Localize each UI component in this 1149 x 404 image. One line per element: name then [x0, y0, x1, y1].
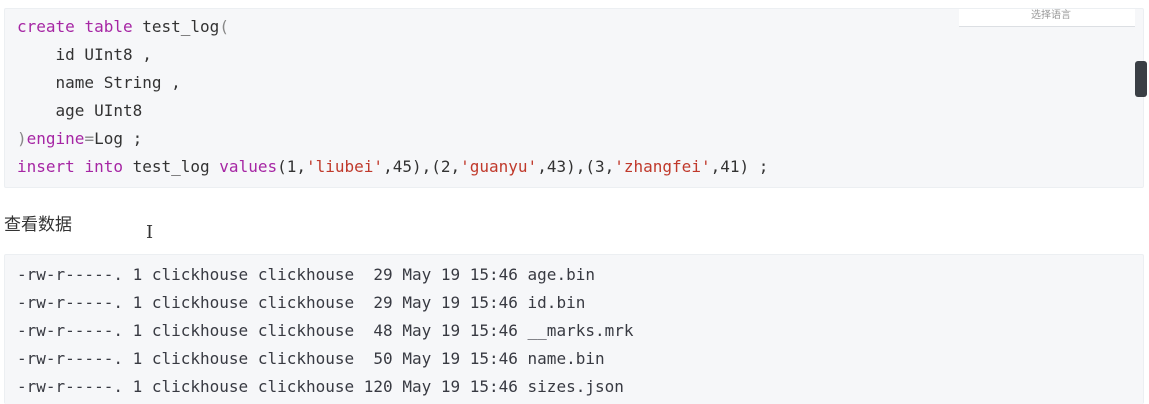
- code-token: name String ,: [17, 73, 181, 92]
- scrollbar-thumb[interactable]: [1135, 61, 1147, 97]
- code-token: ,43),(3,: [537, 157, 615, 176]
- code-token: id UInt8 ,: [17, 45, 152, 64]
- file-listing-block: -rw-r-----. 1 clickhouse clickhouse 29 M…: [4, 254, 1144, 404]
- code-token: test_log: [132, 17, 220, 36]
- code-token: table: [84, 17, 133, 36]
- file-listing: -rw-r-----. 1 clickhouse clickhouse 29 M…: [17, 261, 634, 401]
- code-line: )engine=Log ;: [17, 125, 768, 153]
- file-listing-row: -rw-r-----. 1 clickhouse clickhouse 50 M…: [17, 349, 605, 368]
- code-token: ,45),(2,: [383, 157, 461, 176]
- file-listing-row: -rw-r-----. 1 clickhouse clickhouse 120 …: [17, 377, 624, 396]
- code-token: 'zhangfei': [614, 157, 711, 176]
- section-heading: 查看数据: [4, 215, 72, 235]
- code-token: Log ;: [94, 129, 143, 148]
- code-line: create table test_log(: [17, 13, 768, 41]
- code-token: (: [219, 17, 229, 36]
- sql-code-block: 选择语言 create table test_log( id UInt8 , n…: [4, 8, 1147, 188]
- code-token: 'liubei': [306, 157, 384, 176]
- code-line: id UInt8 ,: [17, 41, 768, 69]
- code-token: engine: [26, 129, 85, 148]
- code-token: into: [84, 157, 123, 176]
- language-select-label: 选择语言: [1031, 10, 1071, 21]
- code-token: ,41) ;: [710, 157, 769, 176]
- code-line: name String ,: [17, 69, 768, 97]
- code-token: =: [84, 129, 95, 148]
- code-line: insert into test_log values(1,'liubei',4…: [17, 153, 768, 181]
- code-token: values: [219, 157, 278, 176]
- code-token: test_log: [122, 157, 220, 176]
- code-token: 'guanyu': [460, 157, 538, 176]
- code-token: age UInt8: [17, 101, 143, 120]
- code-token: ): [17, 129, 27, 148]
- code-token: create: [17, 17, 75, 36]
- file-listing-row: -rw-r-----. 1 clickhouse clickhouse 48 M…: [17, 321, 634, 340]
- text-cursor-icon: I: [146, 222, 154, 243]
- code-token: (1,: [277, 157, 306, 176]
- file-listing-row: -rw-r-----. 1 clickhouse clickhouse 29 M…: [17, 293, 586, 312]
- file-listing-row: -rw-r-----. 1 clickhouse clickhouse 29 M…: [17, 265, 595, 284]
- language-select[interactable]: 选择语言: [959, 9, 1135, 27]
- code-line: age UInt8: [17, 97, 768, 125]
- sql-code: create table test_log( id UInt8 , name S…: [17, 13, 768, 181]
- code-token: insert: [17, 157, 75, 176]
